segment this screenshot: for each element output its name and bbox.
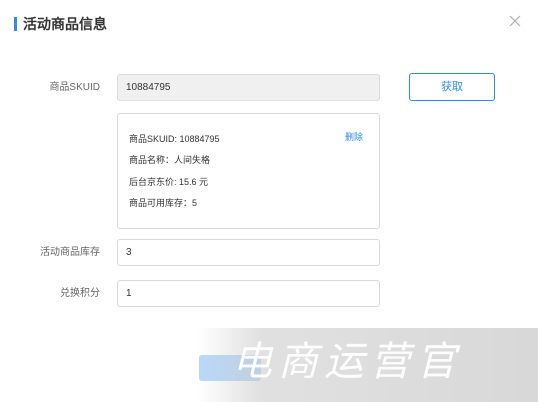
sku-label: 商品SKUID xyxy=(49,82,100,93)
dialog-title: 活动商品信息 xyxy=(23,16,107,32)
delete-link[interactable]: 删除 xyxy=(345,131,363,143)
activity-stock-label: 活动商品库存 xyxy=(40,247,100,258)
points-label: 兑换积分 xyxy=(60,288,100,299)
product-info-panel: 商品SKUID: 10884795 商品名称：人间失格 后台京东价: 15.6 … xyxy=(117,113,380,229)
activity-stock-input[interactable]: 3 xyxy=(117,239,380,266)
watermark-text: 电商运营官 xyxy=(232,339,462,385)
dialog-header: 活动商品信息 xyxy=(0,0,538,48)
info-name: 商品名称：人间失格 xyxy=(129,155,211,165)
activity-product-dialog: 活动商品信息 商品SKUID 10884795 获取 商品SKUID: 1088… xyxy=(0,0,538,402)
info-stock: 商品可用库存：5 xyxy=(129,198,198,208)
sku-input[interactable]: 10884795 xyxy=(117,74,380,101)
title-accent-bar xyxy=(14,17,17,31)
close-icon[interactable] xyxy=(508,14,522,28)
points-input[interactable]: 1 xyxy=(117,280,380,307)
fetch-button[interactable]: 获取 xyxy=(409,73,495,101)
info-sku: 商品SKUID: 10884795 xyxy=(129,134,220,144)
info-price: 后台京东价: 15.6 元 xyxy=(129,177,209,187)
close-icon-glyph xyxy=(509,15,521,27)
